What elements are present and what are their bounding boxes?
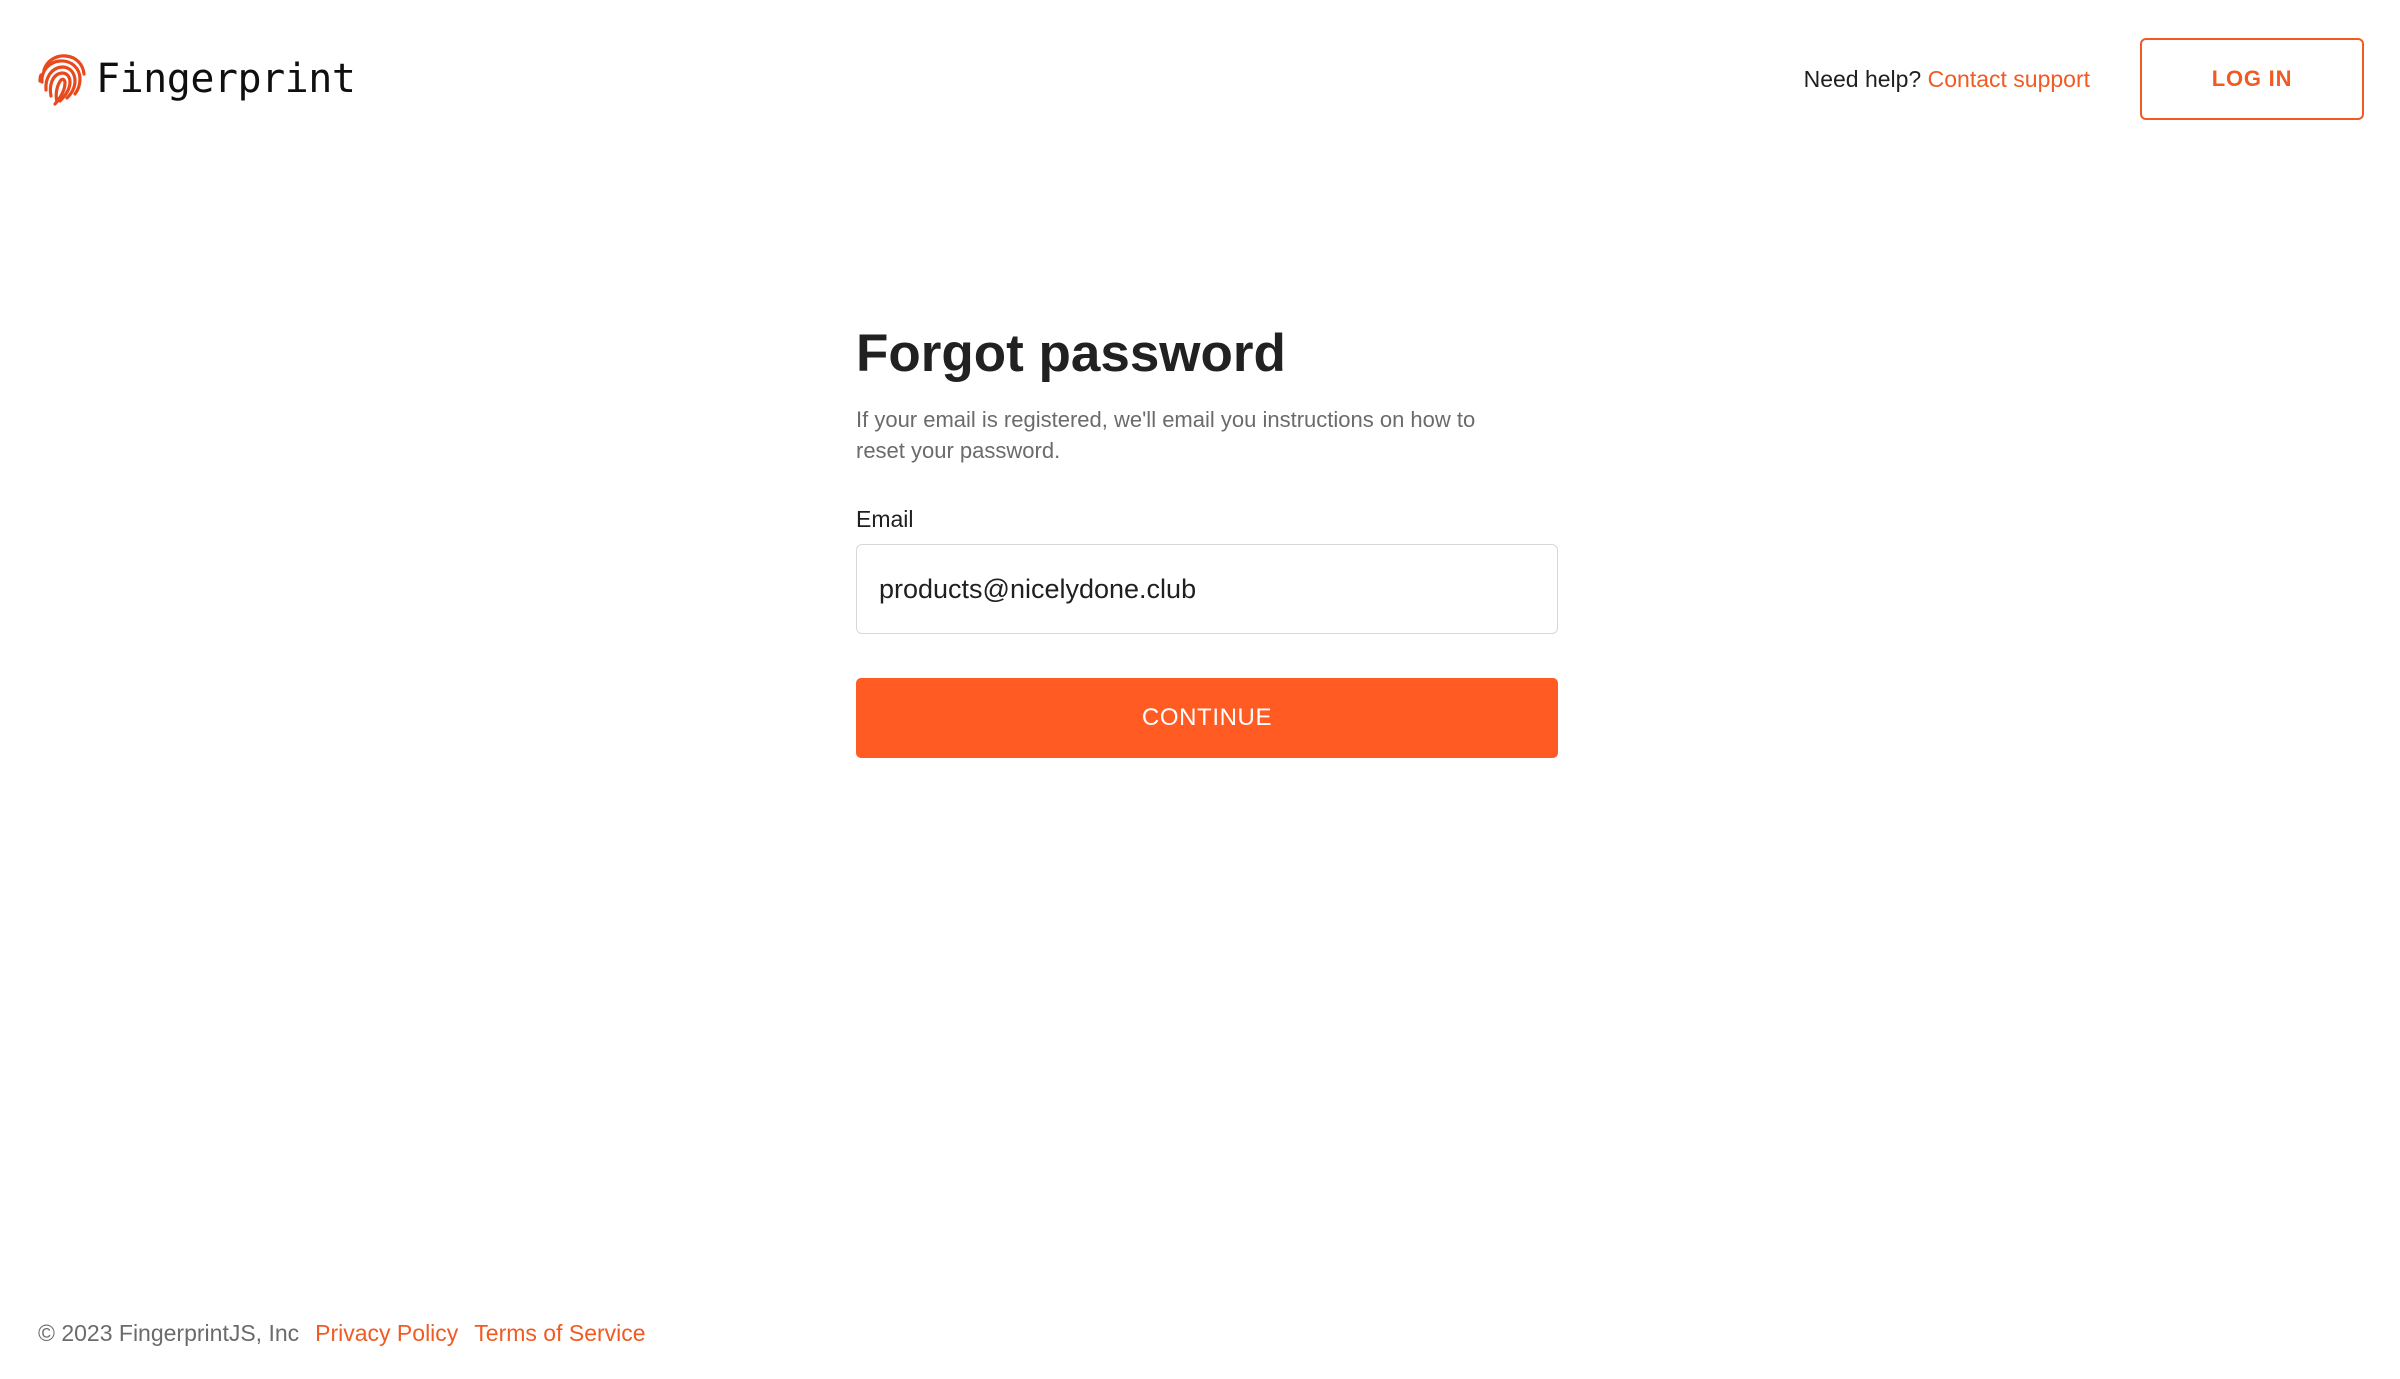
login-button[interactable]: LOG IN xyxy=(2140,38,2364,120)
copyright-text: © 2023 FingerprintJS, Inc xyxy=(38,1320,300,1346)
continue-button[interactable]: CONTINUE xyxy=(856,678,1558,758)
page-title: Forgot password xyxy=(856,324,1286,383)
top-header: Fingerprint Need help? Contact support L… xyxy=(0,0,2400,160)
contact-support-link[interactable]: Contact support xyxy=(1928,66,2090,92)
page-subtitle: If your email is registered, we'll email… xyxy=(856,407,1476,463)
page-footer: © 2023 FingerprintJS, Inc Privacy Policy… xyxy=(38,1316,646,1350)
privacy-policy-link[interactable]: Privacy Policy xyxy=(315,1316,458,1350)
brand-name: Fingerprint xyxy=(96,56,356,102)
help-text: Need help? xyxy=(1803,66,1922,92)
forgot-password-form: Forgot password If your email is registe… xyxy=(856,318,1558,758)
terms-of-service-link[interactable]: Terms of Service xyxy=(474,1316,645,1350)
logo-link[interactable]: Fingerprint xyxy=(38,52,356,106)
email-label: Email xyxy=(856,506,914,532)
email-field[interactable] xyxy=(856,544,1558,634)
help-section: Need help? Contact support xyxy=(1804,62,2090,96)
fingerprint-icon xyxy=(38,54,86,106)
